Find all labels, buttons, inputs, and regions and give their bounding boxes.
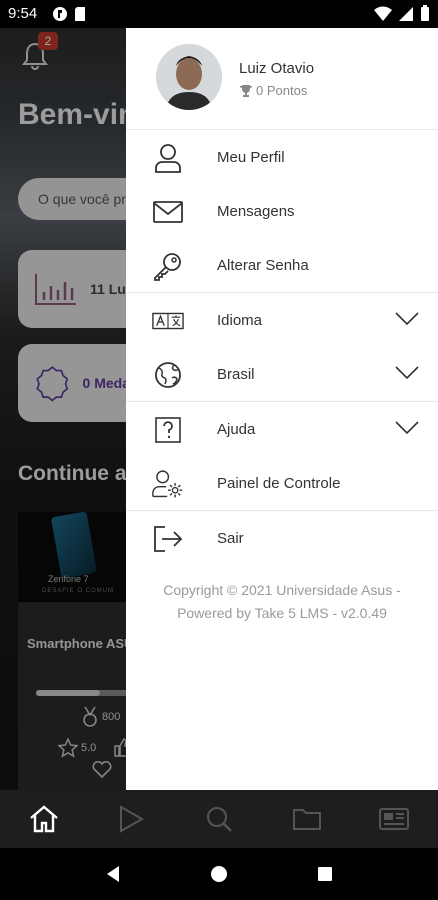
envelope-icon — [153, 201, 183, 223]
recents-icon[interactable] — [317, 866, 333, 882]
folder-icon — [292, 809, 321, 830]
status-time: 9:54 — [8, 5, 38, 22]
profile-header[interactable]: Luiz Otavio 0 Pontos — [126, 28, 438, 130]
menu-item-meu-perfil[interactable]: Meu Perfil — [126, 130, 438, 184]
user-icon — [155, 144, 181, 173]
menu-label: Alterar Senha — [217, 256, 309, 274]
menu-label: Ajuda — [217, 420, 256, 438]
user-points-text: 0 Pontos — [256, 83, 308, 98]
signal-icon — [399, 6, 413, 21]
menu-item-mensagens[interactable]: Mensagens — [126, 184, 438, 238]
menu-item-alterar-senha[interactable]: Alterar Senha — [126, 238, 438, 292]
user-settings-icon — [152, 470, 183, 498]
menu-item-idioma[interactable]: Idioma — [126, 293, 438, 347]
help-icon — [155, 417, 181, 443]
language-icon — [152, 312, 184, 330]
back-icon[interactable] — [105, 865, 121, 883]
bottom-navigation — [0, 790, 438, 848]
sd-card-icon — [75, 7, 85, 21]
user-name: Luiz Otavio — [239, 60, 315, 77]
menu-label: Meu Perfil — [217, 148, 285, 166]
logout-icon — [154, 526, 183, 552]
home-icon — [30, 805, 58, 833]
nav-home[interactable] — [14, 790, 74, 848]
chevron-down-icon[interactable] — [394, 365, 420, 381]
nav-play[interactable] — [101, 790, 161, 848]
play-icon — [120, 805, 145, 833]
chevron-down-icon[interactable] — [394, 311, 420, 327]
menu-item-painel-de-controle[interactable]: Painel de Controle — [126, 456, 438, 510]
status-bar: 9:54 — [0, 0, 438, 28]
menu-label: Sair — [217, 529, 244, 547]
menu-item-sair[interactable]: Sair — [126, 511, 438, 565]
nav-search[interactable] — [189, 790, 249, 848]
nav-news[interactable] — [364, 790, 424, 848]
menu-item-brasil[interactable]: Brasil — [126, 347, 438, 401]
menu-label: Brasil — [217, 365, 255, 383]
search-icon — [206, 807, 232, 832]
copyright-text: Copyright © 2021 Universidade Asus - Pow… — [163, 582, 401, 621]
news-icon — [379, 808, 410, 830]
chevron-down-icon[interactable] — [394, 420, 420, 436]
menu-label: Mensagens — [217, 202, 295, 220]
globe-icon — [155, 362, 181, 388]
wifi-icon — [374, 6, 392, 21]
avatar[interactable] — [156, 44, 222, 110]
key-icon — [154, 253, 181, 281]
navigation-drawer: Luiz Otavio 0 Pontos Meu Perfil Mensagen… — [126, 28, 438, 790]
system-navigation — [0, 848, 438, 900]
user-photo-icon — [156, 44, 222, 110]
menu-item-ajuda[interactable]: Ajuda — [126, 402, 438, 456]
nav-folder[interactable] — [277, 790, 337, 848]
battery-icon — [421, 5, 429, 21]
menu-label: Painel de Controle — [217, 474, 341, 492]
menu-label: Idioma — [217, 311, 263, 329]
app-notification-icon — [53, 7, 67, 21]
home-circle-icon[interactable] — [210, 865, 228, 883]
trophy-icon — [240, 84, 252, 97]
